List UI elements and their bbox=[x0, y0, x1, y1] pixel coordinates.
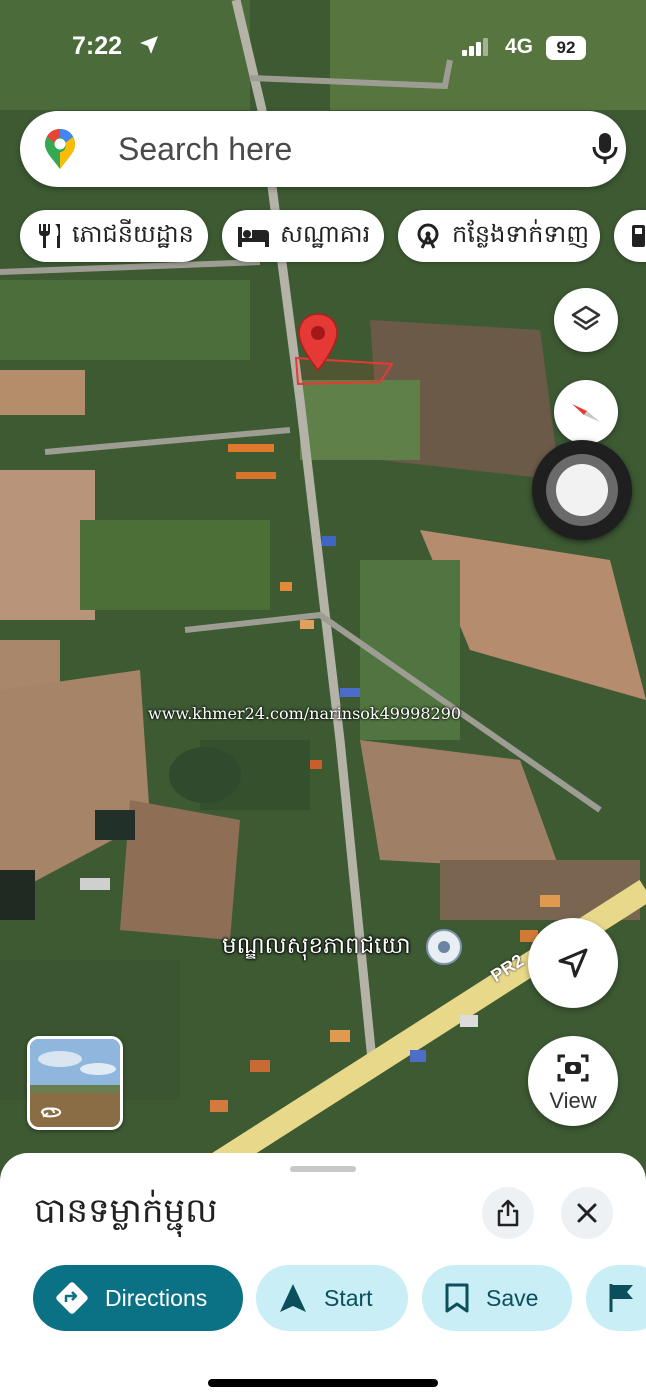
share-icon bbox=[497, 1199, 519, 1227]
street-view-thumbnail[interactable] bbox=[27, 1036, 123, 1130]
poi-marker-icon[interactable] bbox=[425, 928, 463, 966]
label-button[interactable] bbox=[586, 1265, 646, 1331]
layers-icon bbox=[571, 305, 601, 331]
hotel-icon bbox=[238, 227, 269, 247]
compass-icon bbox=[572, 404, 600, 422]
directions-label: Directions bbox=[105, 1284, 208, 1311]
chip-hotels[interactable]: សណ្ឋាគារ bbox=[222, 210, 384, 262]
navigation-arrow-icon bbox=[558, 948, 588, 978]
place-title: បានទម្លាក់ម្ជុល bbox=[34, 1192, 218, 1230]
chip-label: សណ្ឋាគារ bbox=[280, 220, 371, 248]
location-arrow-icon bbox=[140, 36, 158, 54]
attraction-icon bbox=[417, 223, 439, 249]
chip-label: ភោជនីយដ្ឋាន bbox=[72, 220, 194, 248]
status-bar: 7:22 4G 92 bbox=[0, 30, 646, 70]
gas-station-icon bbox=[632, 225, 645, 247]
search-bar[interactable]: Search here bbox=[20, 111, 626, 187]
start-button[interactable]: Start bbox=[256, 1265, 408, 1331]
share-button[interactable] bbox=[482, 1187, 534, 1239]
chip-gas[interactable] bbox=[614, 210, 646, 262]
save-label: Save bbox=[486, 1284, 539, 1311]
microphone-icon[interactable] bbox=[590, 131, 620, 167]
close-icon bbox=[577, 1203, 597, 1223]
directions-icon bbox=[56, 1282, 88, 1314]
view-button[interactable]: View bbox=[528, 1036, 618, 1126]
watermark-text: www.khmer24.com/narinsok49998290 bbox=[148, 704, 462, 723]
save-button[interactable]: Save bbox=[422, 1265, 572, 1331]
battery-level: 92 bbox=[546, 36, 586, 60]
chip-attractions[interactable]: កន្លែងទាក់ទាញ bbox=[398, 210, 600, 262]
health-center-label[interactable]: មណ្ឌលសុខភាពជយោ bbox=[222, 932, 411, 965]
assistive-touch-center bbox=[556, 464, 608, 516]
directions-button[interactable]: Directions bbox=[33, 1265, 243, 1331]
flag-icon bbox=[609, 1284, 633, 1312]
signal-bars-icon bbox=[462, 38, 488, 56]
assistive-touch-button[interactable] bbox=[532, 440, 632, 540]
category-chips: ភោជនីយដ្ឋាន សណ្ឋាគារ កន្លែងទាក់ទាញ bbox=[20, 210, 646, 262]
close-button[interactable] bbox=[561, 1187, 613, 1239]
dropped-pin-icon[interactable] bbox=[296, 312, 340, 374]
start-label: Start bbox=[324, 1284, 373, 1311]
sheet-drag-handle[interactable] bbox=[290, 1166, 356, 1172]
layers-button[interactable] bbox=[554, 288, 618, 352]
search-input[interactable]: Search here bbox=[118, 131, 292, 168]
network-type: 4G bbox=[505, 35, 534, 58]
bookmark-icon bbox=[445, 1283, 469, 1313]
restaurant-icon bbox=[39, 224, 60, 248]
camera-scan-icon bbox=[557, 1054, 589, 1082]
chip-restaurants[interactable]: ភោជនីយដ្ឋាន bbox=[20, 210, 208, 262]
status-time: 7:22 bbox=[72, 32, 123, 60]
navigation-arrow-icon bbox=[280, 1284, 306, 1312]
360-rotate-icon bbox=[41, 1107, 61, 1118]
chip-label: កន្លែងទាក់ទាញ bbox=[452, 220, 590, 248]
my-location-button[interactable] bbox=[528, 918, 618, 1008]
home-indicator[interactable] bbox=[208, 1379, 438, 1387]
view-button-label: View bbox=[549, 1088, 597, 1113]
compass-button[interactable] bbox=[554, 380, 618, 444]
maps-logo-icon bbox=[45, 129, 75, 169]
action-buttons-row: Directions Start Save bbox=[0, 1265, 646, 1331]
